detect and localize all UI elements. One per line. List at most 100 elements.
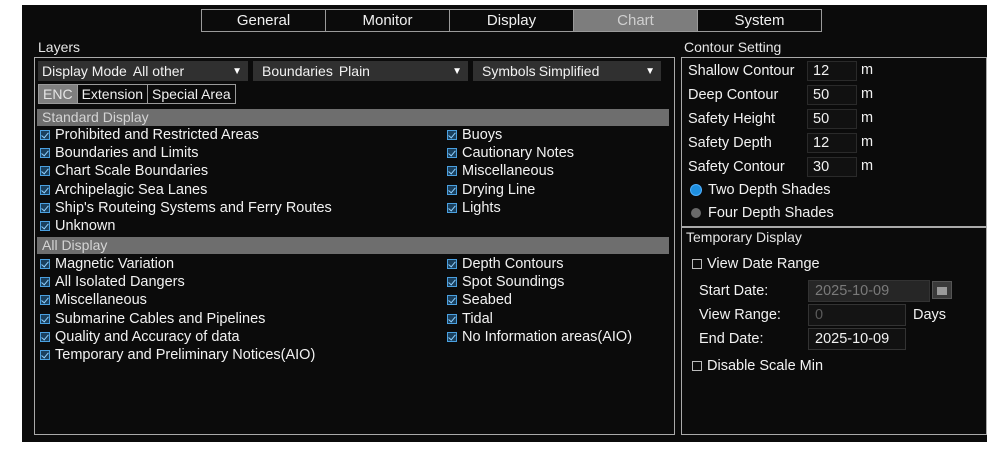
checkbox-checked-icon <box>447 202 457 213</box>
layer-checkbox-item[interactable]: No Information areas(AIO) <box>447 328 632 346</box>
layer-checkbox-item[interactable]: Chart Scale Boundaries <box>40 162 208 180</box>
checkbox-checked-icon <box>40 350 50 360</box>
standard-display-header: Standard Display <box>37 109 669 126</box>
display-mode-value: All other <box>132 63 185 79</box>
checkbox-checked-icon <box>447 259 457 269</box>
layer-checkbox-item[interactable]: Magnetic Variation <box>40 255 174 273</box>
calendar-icon[interactable] <box>932 281 952 299</box>
checkbox-checked-icon <box>40 202 50 213</box>
layer-checkbox-item[interactable]: Submarine Cables and Pipelines <box>40 310 265 328</box>
display-mode-dropdown[interactable]: Display Mode All other ▼ <box>38 61 248 81</box>
contour-unit: m <box>861 134 874 150</box>
start-date-field[interactable]: 2025-10-09 <box>808 280 930 302</box>
contour-value-input[interactable]: 12 <box>807 61 857 81</box>
layer-checkbox-item[interactable]: Buoys <box>447 126 502 144</box>
layer-checkbox-item[interactable]: Depth Contours <box>447 255 564 273</box>
display-mode-label: Display Mode <box>42 63 127 79</box>
contour-value-input[interactable]: 12 <box>807 133 857 153</box>
layer-label: Quality and Accuracy of data <box>55 328 240 345</box>
subtab-special-area[interactable]: Special Area <box>147 84 236 104</box>
checkbox-checked-icon <box>447 313 457 324</box>
main-tab-bar: General Monitor Display Chart System <box>201 9 822 32</box>
checkbox-checked-icon <box>40 166 50 177</box>
checkbox-icon <box>692 259 702 269</box>
contour-value-input[interactable]: 50 <box>807 109 857 129</box>
layer-label: Temporary and Preliminary Notices(AIO) <box>55 347 316 363</box>
boundaries-label: Boundaries <box>262 63 333 79</box>
subtab-enc[interactable]: ENC <box>38 84 78 104</box>
tab-monitor[interactable]: Monitor <box>325 9 450 32</box>
disable-scale-min-label: Disable Scale Min <box>707 358 824 374</box>
checkbox-checked-icon <box>40 295 50 306</box>
layer-label: Drying Line <box>462 181 536 198</box>
end-date-field[interactable]: 2025-10-09 <box>808 328 906 350</box>
checkbox-checked-icon <box>447 130 457 140</box>
layer-label: Miscellaneous <box>462 163 554 180</box>
end-date-text: End Date: <box>699 331 764 347</box>
checkbox-checked-icon <box>447 331 457 342</box>
view-date-range-checkbox[interactable]: View Date Range <box>692 254 820 274</box>
two-depth-shades-radio[interactable]: Two Depth Shades <box>691 180 831 200</box>
layer-checkbox-item[interactable]: Spot Soundings <box>447 273 564 291</box>
checkbox-checked-icon <box>447 277 457 288</box>
layer-label: Spot Soundings <box>462 274 565 291</box>
checkbox-checked-icon <box>40 277 50 288</box>
chevron-down-icon: ▼ <box>232 65 242 77</box>
contour-label: Shallow Contour <box>688 63 795 79</box>
tab-general[interactable]: General <box>201 9 326 32</box>
checkbox-checked-icon <box>40 184 50 195</box>
all-display-header: All Display <box>37 237 669 254</box>
layer-checkbox-item[interactable]: Lights <box>447 199 501 217</box>
four-depth-shades-radio[interactable]: Four Depth Shades <box>691 203 834 223</box>
checkbox-checked-icon <box>40 259 50 269</box>
checkbox-checked-icon <box>447 148 457 159</box>
layer-checkbox-item[interactable]: Quality and Accuracy of data <box>40 328 240 346</box>
contour-value-input[interactable]: 50 <box>807 85 857 105</box>
two-depth-label: Two Depth Shades <box>708 182 831 198</box>
tab-system[interactable]: System <box>697 9 822 32</box>
layer-checkbox-item[interactable]: Tidal <box>447 310 493 328</box>
layer-checkbox-item[interactable]: Miscellaneous <box>40 291 147 309</box>
layer-checkbox-item[interactable]: Unknown <box>40 217 115 235</box>
contour-unit: m <box>861 158 874 174</box>
layers-subtab-bar: ENC Extension Special Area <box>38 84 236 104</box>
tab-display[interactable]: Display <box>449 9 574 32</box>
layer-checkbox-item[interactable]: Cautionary Notes <box>447 144 574 162</box>
checkbox-checked-icon <box>40 313 50 324</box>
boundaries-dropdown[interactable]: Boundaries Plain ▼ <box>258 61 468 81</box>
layer-label: Seabed <box>462 292 512 309</box>
layer-checkbox-item[interactable]: Archipelagic Sea Lanes <box>40 181 207 199</box>
layer-checkbox-item[interactable]: Temporary and Preliminary Notices(AIO) <box>40 346 315 364</box>
end-date-label: End Date: <box>699 329 764 349</box>
checkbox-checked-icon <box>447 166 457 177</box>
days-text: Days <box>913 307 947 323</box>
layer-checkbox-item[interactable]: Prohibited and Restricted Areas <box>40 126 259 144</box>
view-range-label: View Range: <box>699 305 781 325</box>
layer-label: Chart Scale Boundaries <box>55 163 209 180</box>
radio-unselected-icon <box>691 208 701 218</box>
contour-label: Deep Contour <box>688 87 779 103</box>
layer-checkbox-item[interactable]: Miscellaneous <box>447 162 554 180</box>
layer-checkbox-item[interactable]: Drying Line <box>447 181 535 199</box>
layer-checkbox-item[interactable]: All Isolated Dangers <box>40 273 185 291</box>
temporary-display-title: Temporary Display <box>686 229 802 245</box>
radio-selected-icon <box>691 185 701 195</box>
layer-label: Cautionary Notes <box>462 145 575 162</box>
symbols-dropdown[interactable]: Symbols Simplified ▼ <box>478 61 661 81</box>
checkbox-checked-icon <box>40 130 50 140</box>
layer-label: Ship's Routeing Systems and Ferry Routes <box>55 199 332 216</box>
layer-label: Tidal <box>462 310 493 327</box>
layer-checkbox-item[interactable]: Ship's Routeing Systems and Ferry Routes <box>40 199 332 217</box>
subtab-extension[interactable]: Extension <box>76 84 149 104</box>
view-range-text: View Range: <box>699 307 781 323</box>
contour-setting-title: Contour Setting <box>684 39 782 55</box>
tab-chart[interactable]: Chart <box>573 9 698 32</box>
days-unit: Days <box>913 305 946 325</box>
view-range-field[interactable]: 0 <box>808 304 906 326</box>
layer-checkbox-item[interactable]: Boundaries and Limits <box>40 144 198 162</box>
disable-scale-min-checkbox[interactable]: Disable Scale Min <box>692 356 823 376</box>
checkbox-checked-icon <box>40 221 50 231</box>
layer-label: Archipelagic Sea Lanes <box>55 181 208 198</box>
contour-value-input[interactable]: 30 <box>807 157 857 177</box>
layer-checkbox-item[interactable]: Seabed <box>447 291 512 309</box>
